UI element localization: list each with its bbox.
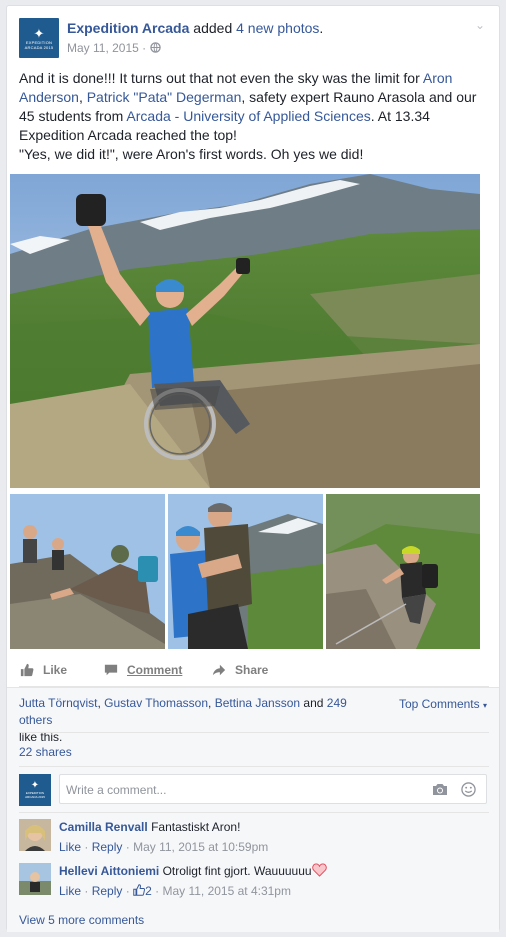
comment-reply-link[interactable]: Reply [92,840,123,854]
comment-timestamp[interactable]: May 11, 2015 at 10:59pm [133,840,268,854]
main-photo[interactable] [10,174,480,488]
commenter-avatar[interactable] [19,863,51,895]
thumbs-up-icon [133,884,146,896]
liker-link[interactable]: Jutta Törnqvist [19,696,97,710]
social-section: Jutta Törnqvist, Gustav Thomasson, Betti… [7,687,499,932]
photo-thumb-1[interactable] [10,494,165,649]
page-avatar[interactable]: ✦ EXPEDITION ARCADA 2015 [19,18,59,58]
top-comments-dropdown[interactable]: Top Comments ▾ [399,697,487,711]
chevron-down-icon[interactable]: ⌄ [475,18,485,32]
heart-icon [311,863,327,877]
photo-grid [10,174,482,650]
comment-composer [59,774,487,804]
camera-icon[interactable] [432,783,448,796]
current-user-avatar: ✦ EXPEDITION ARCADA 2015 [19,774,51,806]
comment-text: Fantastiskt Aron! [151,820,241,834]
comment-likes-count[interactable]: 2 [133,884,152,898]
comment-like-link[interactable]: Like [59,840,81,854]
comment-author[interactable]: Hellevi Aittoniemi [59,864,159,878]
caret-down-icon: ▾ [482,701,487,710]
photo-thumb-2[interactable] [168,494,323,649]
liker-link[interactable]: Gustav Thomasson [104,696,208,710]
commenter-avatar[interactable] [19,819,51,851]
mention-arcada[interactable]: Arcada - University of Applied Sciences [126,108,370,124]
comment-text: Otroligt fint gjort. Wauuuuuu [162,864,312,878]
post-actions: Like Comment Share [19,656,489,687]
photos-link[interactable]: 4 new photos [236,20,319,36]
emoji-icon[interactable] [461,782,476,797]
globe-icon [149,42,161,53]
comment-author[interactable]: Camilla Renvall [59,820,148,834]
comment-button[interactable]: Comment [103,656,182,684]
divider [19,732,489,733]
post-header: ✦ EXPEDITION ARCADA 2015 Expedition Arca… [19,18,489,58]
page-name-link[interactable]: Expedition Arcada [67,20,189,36]
photo-thumb-3[interactable] [326,494,480,649]
comment-icon [104,664,118,676]
post-meta: May 11, 2015 · [67,41,161,55]
likes-summary: Jutta Törnqvist, Gustav Thomasson, Betti… [19,696,347,744]
share-button[interactable]: Share [211,656,268,684]
comment-meta: Like · Reply · 2 · May 11, 2015 at 4:31p… [59,884,291,898]
thumbs-up-icon [20,663,34,677]
like-button[interactable]: Like [19,656,67,684]
comment-timestamp[interactable]: May 11, 2015 at 4:31pm [162,884,291,898]
shares-link[interactable]: 22 shares [19,745,72,759]
expedition-star-icon: ✦ [33,25,45,41]
comment-input[interactable] [64,780,408,800]
post-headline: Expedition Arcada added 4 new photos. [67,20,324,36]
expedition-star-icon: ✦ [30,780,40,791]
view-more-comments-link[interactable]: View 5 more comments [19,913,144,927]
liker-link[interactable]: Bettina Jansson [215,696,300,710]
post-date[interactable]: May 11, 2015 [67,41,139,55]
mention-pata[interactable]: Patrick "Pata" Degerman [87,89,242,105]
comment-reply-link[interactable]: Reply [92,884,123,898]
comment-meta: Like · Reply · May 11, 2015 at 10:59pm [59,840,269,854]
divider [19,766,489,767]
post-card: ✦ EXPEDITION ARCADA 2015 Expedition Arca… [6,5,500,932]
comment-like-link[interactable]: Like [59,884,81,898]
share-arrow-icon [212,664,226,676]
post-text: And it is done!!! It turns out that not … [19,70,477,162]
divider [19,812,489,813]
